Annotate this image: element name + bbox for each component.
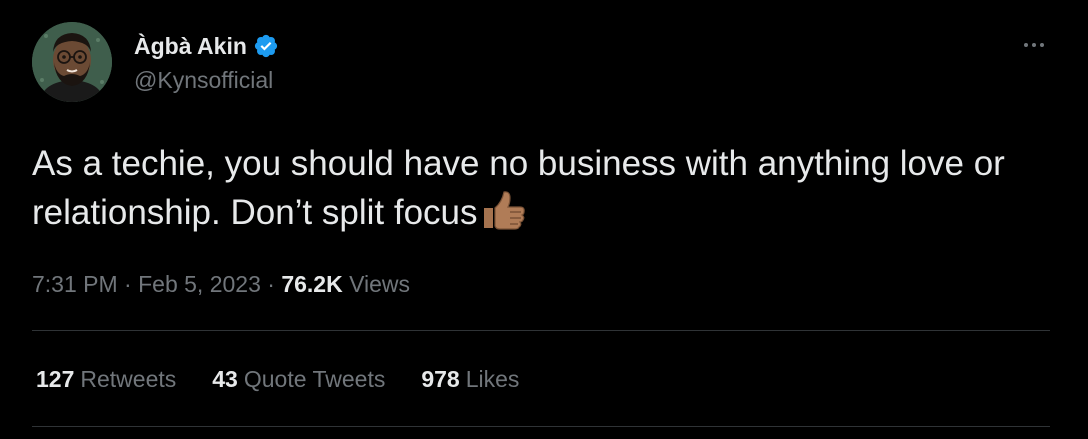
quote-tweets-count: 43 (212, 366, 238, 392)
meta-separator: · (124, 271, 132, 297)
author-handle[interactable]: @Kynsofficial (134, 64, 273, 96)
verified-badge-icon[interactable] (253, 33, 279, 59)
likes-stat[interactable]: 978 Likes (421, 363, 519, 395)
retweets-label: Retweets (80, 366, 177, 392)
tweet-text: As a techie, you should have no business… (32, 140, 1022, 237)
views-count: 76.2K (281, 271, 343, 297)
thumbs-up-emoji-icon (480, 188, 526, 232)
likes-count: 978 (421, 366, 460, 392)
tweet-date[interactable]: Feb 5, 2023 (138, 271, 261, 297)
divider (32, 330, 1050, 331)
avatar[interactable] (32, 22, 112, 102)
quote-tweets-label: Quote Tweets (243, 366, 386, 392)
engagement-stats: 127 Retweets 43 Quote Tweets 978 Likes (36, 363, 555, 395)
retweets-count: 127 (36, 366, 75, 392)
author-name-row: Àgbà Akin (134, 30, 279, 62)
tweet-time[interactable]: 7:31 PM (32, 271, 118, 297)
divider (32, 426, 1050, 427)
likes-label: Likes (465, 366, 520, 392)
meta-separator: · (267, 271, 275, 297)
views-label: Views (349, 271, 411, 297)
more-options-icon[interactable] (1012, 30, 1056, 60)
tweet-meta: 7:31 PM · Feb 5, 2023 · 76.2K Views (32, 268, 410, 300)
author-display-name[interactable]: Àgbà Akin (134, 30, 247, 62)
retweets-stat[interactable]: 127 Retweets (36, 363, 176, 395)
tweet-card: Àgbà Akin @Kynsofficial As a techie, you… (0, 0, 1088, 439)
quote-tweets-stat[interactable]: 43 Quote Tweets (212, 363, 385, 395)
